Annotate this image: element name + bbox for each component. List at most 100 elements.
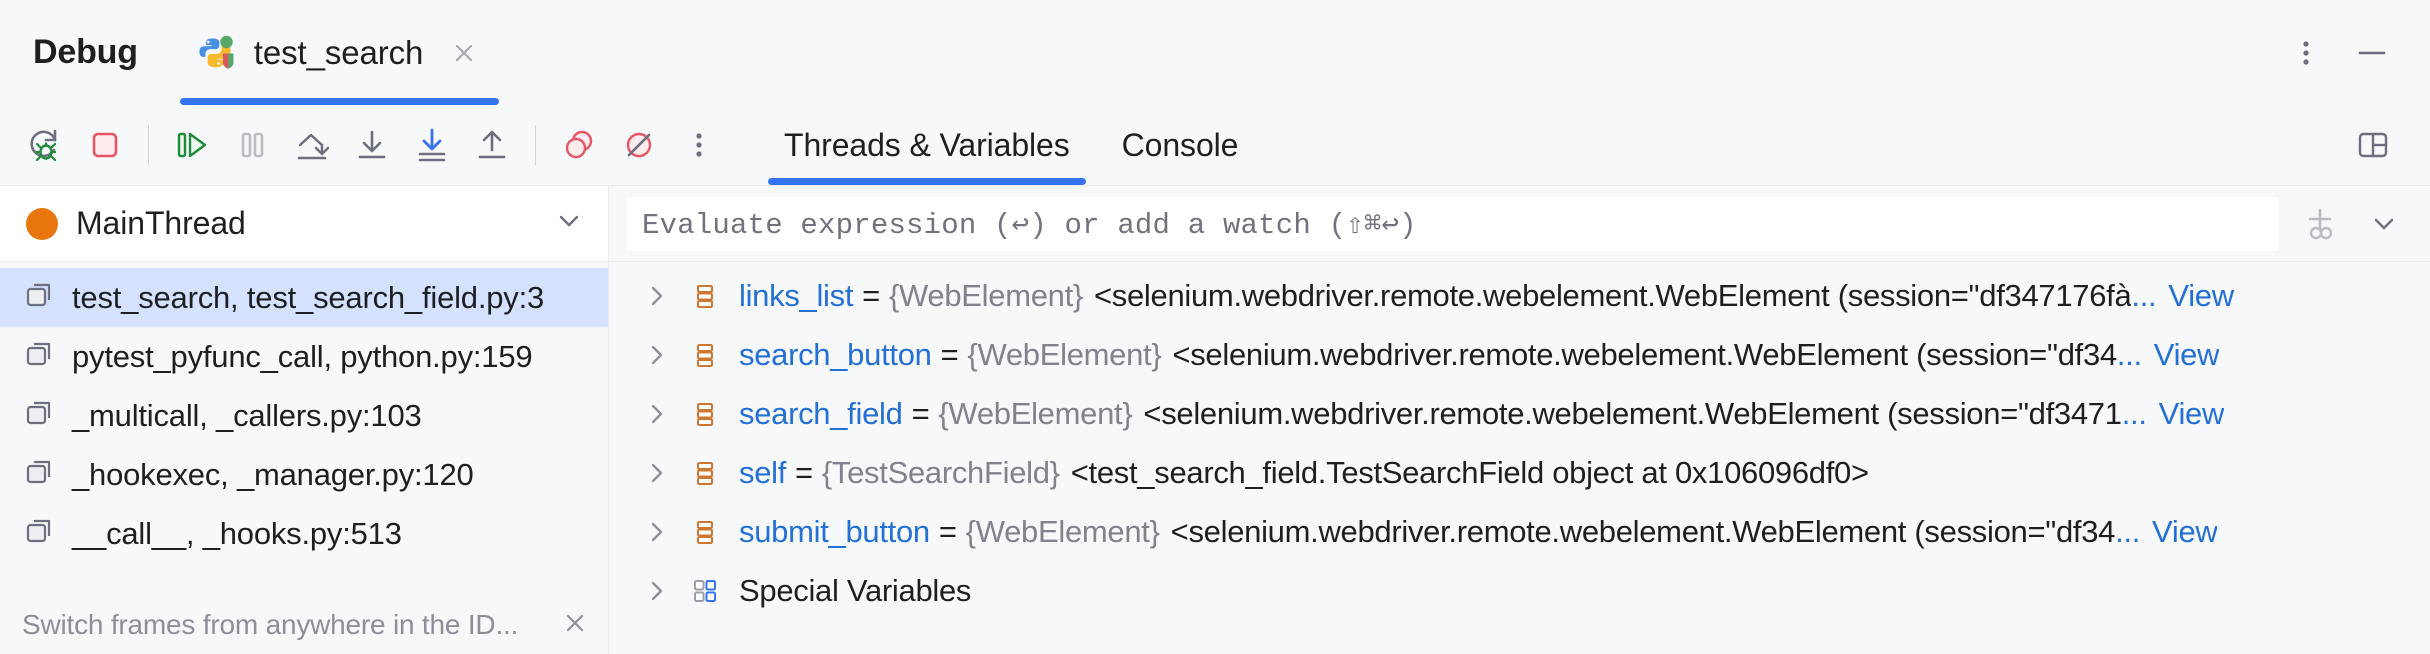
frame-label: _hookexec, _manager.py:120 <box>72 457 474 493</box>
special-variables-row[interactable]: Special Variables <box>609 561 2430 620</box>
variable-row[interactable]: search_field = {WebElement} <selenium.we… <box>609 384 2430 443</box>
toolbar-separator-2 <box>535 125 536 165</box>
variable-name: submit_button <box>739 514 930 550</box>
frames-list[interactable]: test_search, test_search_field.py:3 pyte… <box>0 262 608 596</box>
frame-row[interactable]: test_search, test_search_field.py:3 <box>0 268 608 327</box>
pause-button[interactable] <box>223 116 281 174</box>
variable-row[interactable]: self = {TestSearchField} <test_search_fi… <box>609 443 2430 502</box>
variable-type: {WebElement} <box>938 396 1132 432</box>
variable-name: self <box>739 455 786 491</box>
debug-tool-window: Debug test_search <box>0 0 2430 654</box>
step-out-button[interactable] <box>463 116 521 174</box>
variable-row[interactable]: search_button = {WebElement} <selenium.w… <box>609 325 2430 384</box>
chevron-right-icon[interactable] <box>637 399 677 429</box>
frames-panel: MainThread test_search, t <box>0 186 609 654</box>
special-variables-label: Special Variables <box>739 573 971 609</box>
tab-threads-and-variables[interactable]: Threads & Variables <box>758 105 1096 185</box>
variable-ellipsis: ... <box>2115 514 2140 550</box>
titlebar-spacer <box>507 0 2278 105</box>
rerun-debug-button[interactable] <box>16 116 74 174</box>
stack-frame-icon <box>22 514 56 553</box>
variable-value: <test_search_field.TestSearchField objec… <box>1071 455 1869 491</box>
variable-value: <selenium.webdriver.remote.webelement.We… <box>1094 278 2131 314</box>
view-link[interactable]: View <box>2159 396 2224 432</box>
variable-equals: = <box>939 514 957 550</box>
variable-equals: = <box>862 278 880 314</box>
frame-row[interactable]: _multicall, _callers.py:103 <box>0 386 608 445</box>
tab-threads-and-variables-label: Threads & Variables <box>784 127 1070 164</box>
debug-titlebar: Debug test_search <box>0 0 2430 105</box>
more-options-button[interactable] <box>2278 25 2334 81</box>
close-icon[interactable] <box>447 36 481 70</box>
view-link[interactable]: View <box>2154 337 2219 373</box>
force-step-into-button[interactable] <box>403 116 461 174</box>
debug-toolbar-buttons <box>0 105 728 185</box>
toolbar-right-actions <box>2344 105 2430 185</box>
variable-object-icon <box>685 517 725 547</box>
add-watch-icon[interactable] <box>2292 196 2348 252</box>
chevron-right-icon[interactable] <box>637 517 677 547</box>
frame-label: __call__, _hooks.py:513 <box>72 516 402 552</box>
minimize-button[interactable] <box>2344 25 2400 81</box>
evaluate-expression-input[interactable]: Evaluate expression (↩) or add a watch (… <box>627 197 2278 251</box>
variable-object-icon <box>685 458 725 488</box>
variable-type: {WebElement} <box>889 278 1083 314</box>
variable-equals: = <box>795 455 813 491</box>
chevron-right-icon[interactable] <box>637 340 677 370</box>
frames-hint-banner: Switch frames from anywhere in the ID... <box>0 596 608 654</box>
chevron-right-icon[interactable] <box>637 281 677 311</box>
thread-selector[interactable]: MainThread <box>0 186 608 262</box>
variables-tree[interactable]: links_list = {WebElement} <selenium.webd… <box>609 262 2430 654</box>
variable-ellipsis: ... <box>2122 396 2147 432</box>
layout-settings-button[interactable] <box>2344 116 2402 174</box>
page-title: Debug <box>0 0 138 105</box>
toolbar-spacer <box>1264 105 2344 185</box>
view-breakpoints-button[interactable] <box>550 116 608 174</box>
variable-row[interactable]: links_list = {WebElement} <selenium.webd… <box>609 266 2430 325</box>
variable-text: submit_button = {WebElement} <selenium.w… <box>739 514 2217 550</box>
chevron-right-icon[interactable] <box>637 576 677 606</box>
evaluate-actions <box>2278 196 2412 252</box>
stack-frame-icon <box>22 278 56 317</box>
frame-row[interactable]: pytest_pyfunc_call, python.py:159 <box>0 327 608 386</box>
variable-value: <selenium.webdriver.remote.webelement.We… <box>1171 514 2115 550</box>
variable-text: search_button = {WebElement} <selenium.w… <box>739 337 2219 373</box>
resume-button[interactable] <box>163 116 221 174</box>
view-link[interactable]: View <box>2168 278 2233 314</box>
chevron-down-icon[interactable] <box>552 204 586 243</box>
stop-button[interactable] <box>76 116 134 174</box>
view-tabstrip: Threads & Variables Console <box>758 105 1264 185</box>
step-into-button[interactable] <box>343 116 401 174</box>
frame-label: _multicall, _callers.py:103 <box>72 398 422 434</box>
variable-text: links_list = {WebElement} <selenium.webd… <box>739 278 2234 314</box>
variable-equals: = <box>912 396 930 432</box>
variable-ellipsis: ... <box>2131 278 2156 314</box>
view-link[interactable]: View <box>2152 514 2217 550</box>
tab-console[interactable]: Console <box>1096 105 1265 185</box>
variables-panel: Evaluate expression (↩) or add a watch (… <box>609 186 2430 654</box>
variable-type: {TestSearchField} <box>822 455 1060 491</box>
titlebar-actions <box>2278 0 2430 105</box>
variable-row[interactable]: submit_button = {WebElement} <selenium.w… <box>609 502 2430 561</box>
variable-name: search_field <box>739 396 903 432</box>
variable-type: {WebElement} <box>967 337 1161 373</box>
variable-name: links_list <box>739 278 853 314</box>
variable-object-icon <box>685 399 725 429</box>
variable-object-icon <box>685 340 725 370</box>
step-over-button[interactable] <box>283 116 341 174</box>
frame-row[interactable]: _hookexec, _manager.py:120 <box>0 445 608 504</box>
frame-label: test_search, test_search_field.py:3 <box>72 280 544 316</box>
chevron-down-icon[interactable] <box>2356 196 2412 252</box>
mute-breakpoints-button[interactable] <box>610 116 668 174</box>
toolbar-more-button[interactable] <box>670 116 728 174</box>
variable-object-icon <box>685 281 725 311</box>
frame-row[interactable]: __call__, _hooks.py:513 <box>0 504 608 563</box>
variable-value: <selenium.webdriver.remote.webelement.We… <box>1172 337 2116 373</box>
stack-frame-icon <box>22 337 56 376</box>
evaluate-expression-placeholder: Evaluate expression (↩) or add a watch (… <box>642 206 1417 242</box>
run-tab-test-search[interactable]: test_search <box>172 0 508 105</box>
chevron-right-icon[interactable] <box>637 458 677 488</box>
run-tab-label: test_search <box>254 34 424 72</box>
close-icon[interactable] <box>560 608 590 643</box>
stack-frame-icon <box>22 396 56 435</box>
